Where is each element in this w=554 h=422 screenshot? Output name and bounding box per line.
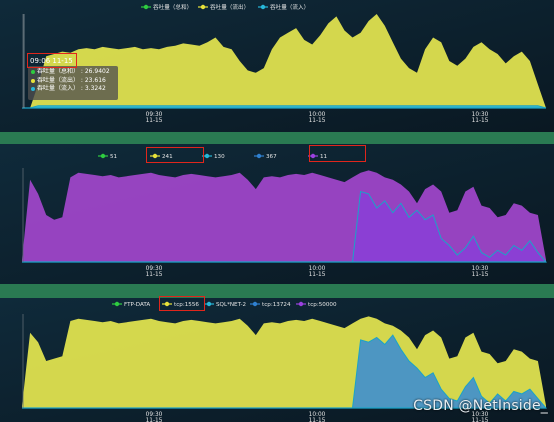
legend-label: 吞吐量（流出） (210, 3, 249, 11)
legend-label: FTP-DATA (124, 302, 150, 308)
legend-label: 吞吐量（流入） (270, 3, 309, 11)
highlight-box-legend (159, 296, 205, 311)
x-tick-date: 11-15 (309, 118, 326, 124)
legend-marker (256, 153, 262, 159)
legend-label: 130 (214, 154, 225, 160)
x-tick-date: 11-15 (309, 272, 326, 278)
panel-divider (0, 132, 554, 144)
legend-label: tcp:50000 (308, 302, 337, 308)
tooltip-value: 3.3242 (84, 85, 106, 92)
tooltip-label: 吞吐量（流入） (37, 85, 80, 92)
series-dot-icon (31, 87, 35, 92)
legend-label: SQL*NET-2 (216, 302, 246, 308)
x-tick-date: 11-15 (146, 118, 163, 124)
tooltip-row: 吞吐量（流入） : 3.3242 (31, 85, 115, 94)
legend-marker (114, 301, 120, 307)
tooltip-row: 吞吐量（流出） : 23.616 (31, 77, 115, 86)
watermark: CSDN @NetInside_ (413, 398, 548, 414)
tooltip-row: 吞吐量（总和） : 26.9402 (31, 68, 115, 77)
tooltip: 吞吐量（总和） : 26.9402 吞吐量（流出） : 23.616 吞吐量（流… (28, 66, 118, 100)
panel-divider (0, 284, 554, 298)
legend-marker (200, 4, 206, 10)
legend-marker (206, 301, 212, 307)
legend-marker (100, 153, 106, 159)
legend-label: 367 (266, 154, 277, 160)
highlight-box-tooltip (27, 53, 77, 68)
legend-marker (204, 153, 210, 159)
tooltip-label: 吞吐量（总和） (37, 68, 80, 75)
legend-label: 51 (110, 154, 118, 160)
legend-marker (143, 4, 149, 10)
highlight-box-legend (146, 147, 204, 163)
legend-marker (260, 4, 266, 10)
tooltip-value: 23.616 (84, 76, 106, 84)
series-dot-icon (31, 78, 35, 83)
legend-marker (298, 301, 304, 307)
x-tick-date: 11-15 (472, 418, 489, 422)
series-dot-icon (31, 70, 35, 75)
x-tick-date: 11-15 (146, 272, 163, 278)
legend-label: 吞吐量（总和） (153, 3, 192, 11)
flow-chart-panel: 51 241 130 367 11 09:30 11-15 10:00 11-15 10:30 11… (0, 144, 554, 284)
x-tick-date: 11-15 (309, 418, 326, 422)
tooltip-label: 吞吐量（流出） (37, 76, 80, 84)
x-tick-date: 11-15 (472, 118, 489, 124)
legend-marker (252, 301, 258, 307)
highlight-box-legend (309, 145, 366, 162)
x-tick-date: 11-15 (472, 272, 489, 278)
legend-label: tcp:13724 (262, 302, 291, 308)
tooltip-value: 26.9402 (84, 68, 110, 75)
dashboard: 吞吐量（总和） 吞吐量（流出） 吞吐量（流入） 09:30 11-15 10:00 11-1… (0, 0, 554, 422)
x-tick-date: 11-15 (146, 418, 163, 422)
flow-chart: 51 241 130 367 1109:3011-1510:0011-1510:3011… (0, 144, 554, 284)
